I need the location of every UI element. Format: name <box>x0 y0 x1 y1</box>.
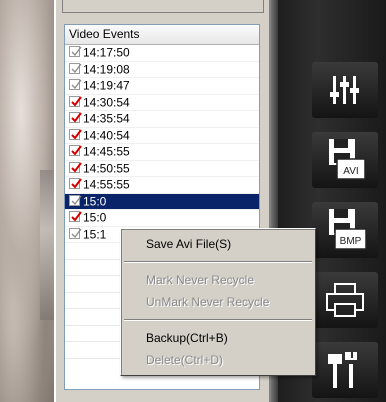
list-item[interactable]: 14:19:08 <box>65 61 259 78</box>
print-button[interactable] <box>312 272 378 328</box>
event-time: 14:35:54 <box>83 111 130 126</box>
settings-button[interactable] <box>312 62 378 118</box>
event-time: 14:50:55 <box>83 160 130 175</box>
event-time: 14:55:55 <box>83 177 130 192</box>
list-item[interactable]: 14:19:47 <box>65 78 259 95</box>
event-time: 15:0 <box>83 210 107 225</box>
checkbox[interactable] <box>69 46 82 58</box>
checkbox[interactable] <box>69 62 82 74</box>
save-bmp-button[interactable]: BMP <box>312 202 378 258</box>
menu-item-delete: Delete(Ctrl+D) <box>146 353 224 367</box>
event-time: 14:17:50 <box>83 45 130 60</box>
bmp-badge: BMP <box>340 236 362 247</box>
save-avi-button[interactable]: AVI <box>312 132 378 188</box>
event-time: 15:1 <box>83 226 107 241</box>
checkbox[interactable] <box>69 178 82 190</box>
list-item[interactable]: 14:35:54 <box>65 111 259 128</box>
sliders-icon <box>325 70 365 110</box>
printer-icon <box>323 280 367 320</box>
panel-top-frame <box>62 0 264 13</box>
event-time: 14:19:47 <box>83 78 130 93</box>
event-time: 14:19:08 <box>83 61 130 76</box>
checkbox[interactable] <box>69 79 82 91</box>
menu-separator <box>124 319 312 321</box>
list-item[interactable]: 14:30:54 <box>65 94 259 111</box>
checkbox[interactable] <box>69 211 82 223</box>
event-time: 15:0 <box>83 193 107 208</box>
checkbox[interactable] <box>69 112 82 124</box>
menu-separator <box>124 261 312 263</box>
checkbox[interactable] <box>69 128 82 140</box>
checkbox[interactable] <box>69 161 82 173</box>
checkbox[interactable] <box>69 194 82 206</box>
menu-item-unmark-never-recycle: UnMark Never Recycle <box>146 295 270 309</box>
event-time: 14:30:54 <box>83 94 130 109</box>
save-bmp-icon: BMP <box>323 207 367 253</box>
tools-button[interactable] <box>312 342 378 398</box>
event-time: 14:40:54 <box>83 127 130 142</box>
list-item[interactable]: 14:55:55 <box>65 177 259 194</box>
context-menu: Save Avi File(S) Mark Never Recycle UnMa… <box>120 228 316 376</box>
list-item[interactable]: 15:0 <box>65 193 259 210</box>
list-item[interactable]: 15:0 <box>65 210 259 227</box>
list-item[interactable]: 14:50:55 <box>65 160 259 177</box>
list-header[interactable]: Video Events <box>65 25 259 45</box>
checkbox[interactable] <box>69 145 82 157</box>
avi-badge: AVI <box>343 166 358 177</box>
list-item[interactable]: 14:45:55 <box>65 144 259 161</box>
list-item[interactable]: 14:40:54 <box>65 127 259 144</box>
event-time: 14:45:55 <box>83 144 130 159</box>
list-item[interactable]: 14:17:50 <box>65 45 259 62</box>
menu-item-save-avi[interactable]: Save Avi File(S) <box>123 233 313 255</box>
menu-item-mark-never-recycle: Mark Never Recycle <box>146 273 255 287</box>
checkbox[interactable] <box>69 95 82 107</box>
save-avi-icon: AVI <box>323 137 367 183</box>
checkbox[interactable] <box>69 227 82 239</box>
menu-item-backup[interactable]: Backup(Ctrl+B) <box>123 327 313 349</box>
tools-icon <box>323 348 367 392</box>
